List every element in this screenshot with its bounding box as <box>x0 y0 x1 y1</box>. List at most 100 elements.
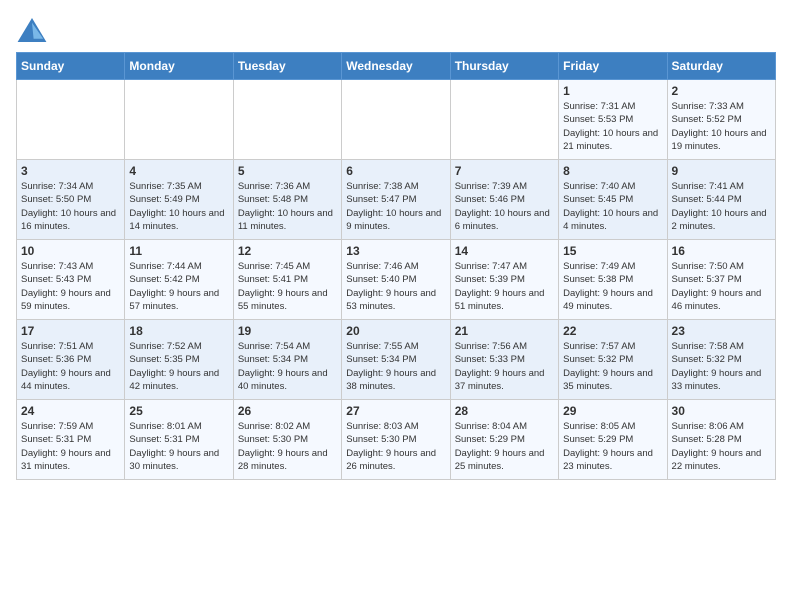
weekday-header: Friday <box>559 53 667 80</box>
day-info: Sunrise: 7:52 AM Sunset: 5:35 PM Dayligh… <box>129 340 228 393</box>
day-info: Sunrise: 7:46 AM Sunset: 5:40 PM Dayligh… <box>346 260 445 313</box>
logo <box>16 16 50 44</box>
calendar-cell: 23Sunrise: 7:58 AM Sunset: 5:32 PM Dayli… <box>667 320 775 400</box>
calendar-week-row: 17 Sunrise: 7:51 AM Sunset: 5:36 PM Dayli… <box>17 320 776 400</box>
day-info: Sunrise: 7:50 AM Sunset: 5:37 PM Dayligh… <box>672 260 771 313</box>
day-info: Sunrise: 8:04 AM Sunset: 5:29 PM Dayligh… <box>455 420 554 473</box>
day-info: Sunrise: 7:40 AM Sunset: 5:45 PM Dayligh… <box>563 180 662 233</box>
calendar-cell: 3 Sunrise: 7:34 AM Sunset: 5:50 PM Daylig… <box>17 160 125 240</box>
calendar-week-row: 1 Sunrise: 7:31 AM Sunset: 5:53 PM Daylig… <box>17 80 776 160</box>
calendar-cell: 27 Sunrise: 8:03 AM Sunset: 5:30 PM Dayli… <box>342 400 450 480</box>
calendar-cell <box>233 80 341 160</box>
day-number: 18 <box>129 324 228 338</box>
calendar-cell: 30Sunrise: 8:06 AM Sunset: 5:28 PM Dayli… <box>667 400 775 480</box>
day-info: Sunrise: 7:49 AM Sunset: 5:38 PM Dayligh… <box>563 260 662 313</box>
day-number: 16 <box>672 244 771 258</box>
day-info: Sunrise: 8:05 AM Sunset: 5:29 PM Dayligh… <box>563 420 662 473</box>
calendar-week-row: 10Sunrise: 7:43 AM Sunset: 5:43 PM Dayli… <box>17 240 776 320</box>
weekday-header: Saturday <box>667 53 775 80</box>
day-number: 3 <box>21 164 120 178</box>
day-info: Sunrise: 7:43 AM Sunset: 5:43 PM Dayligh… <box>21 260 120 313</box>
calendar-cell: 4 Sunrise: 7:35 AM Sunset: 5:49 PM Daylig… <box>125 160 233 240</box>
day-number: 9 <box>672 164 771 178</box>
calendar-cell: 22 Sunrise: 7:57 AM Sunset: 5:32 PM Dayli… <box>559 320 667 400</box>
day-number: 1 <box>563 84 662 98</box>
day-number: 4 <box>129 164 228 178</box>
day-number: 11 <box>129 244 228 258</box>
day-number: 6 <box>346 164 445 178</box>
day-number: 12 <box>238 244 337 258</box>
calendar-cell: 28 Sunrise: 8:04 AM Sunset: 5:29 PM Dayli… <box>450 400 558 480</box>
day-info: Sunrise: 7:55 AM Sunset: 5:34 PM Dayligh… <box>346 340 445 393</box>
day-number: 26 <box>238 404 337 418</box>
calendar-body: 1 Sunrise: 7:31 AM Sunset: 5:53 PM Daylig… <box>17 80 776 480</box>
day-number: 17 <box>21 324 120 338</box>
calendar-cell: 24 Sunrise: 7:59 AM Sunset: 5:31 PM Dayli… <box>17 400 125 480</box>
calendar-cell: 18 Sunrise: 7:52 AM Sunset: 5:35 PM Dayli… <box>125 320 233 400</box>
day-number: 28 <box>455 404 554 418</box>
calendar-cell: 9Sunrise: 7:41 AM Sunset: 5:44 PM Daylig… <box>667 160 775 240</box>
day-info: Sunrise: 8:06 AM Sunset: 5:28 PM Dayligh… <box>672 420 771 473</box>
day-number: 8 <box>563 164 662 178</box>
day-number: 2 <box>672 84 771 98</box>
calendar-cell: 19 Sunrise: 7:54 AM Sunset: 5:34 PM Dayli… <box>233 320 341 400</box>
day-number: 5 <box>238 164 337 178</box>
day-info: Sunrise: 7:45 AM Sunset: 5:41 PM Dayligh… <box>238 260 337 313</box>
day-info: Sunrise: 7:39 AM Sunset: 5:46 PM Dayligh… <box>455 180 554 233</box>
calendar-cell: 20 Sunrise: 7:55 AM Sunset: 5:34 PM Dayli… <box>342 320 450 400</box>
calendar-week-row: 24 Sunrise: 7:59 AM Sunset: 5:31 PM Dayli… <box>17 400 776 480</box>
day-info: Sunrise: 7:31 AM Sunset: 5:53 PM Dayligh… <box>563 100 662 153</box>
day-info: Sunrise: 7:56 AM Sunset: 5:33 PM Dayligh… <box>455 340 554 393</box>
weekday-header: Wednesday <box>342 53 450 80</box>
calendar-cell: 25Sunrise: 8:01 AM Sunset: 5:31 PM Dayli… <box>125 400 233 480</box>
day-info: Sunrise: 7:57 AM Sunset: 5:32 PM Dayligh… <box>563 340 662 393</box>
day-info: Sunrise: 7:59 AM Sunset: 5:31 PM Dayligh… <box>21 420 120 473</box>
calendar-cell: 21 Sunrise: 7:56 AM Sunset: 5:33 PM Dayli… <box>450 320 558 400</box>
calendar-cell: 10Sunrise: 7:43 AM Sunset: 5:43 PM Dayli… <box>17 240 125 320</box>
calendar-cell <box>125 80 233 160</box>
day-number: 19 <box>238 324 337 338</box>
calendar-header: SundayMondayTuesdayWednesdayThursdayFrid… <box>17 53 776 80</box>
calendar-cell: 11 Sunrise: 7:44 AM Sunset: 5:42 PM Dayli… <box>125 240 233 320</box>
day-number: 25 <box>129 404 228 418</box>
day-info: Sunrise: 8:02 AM Sunset: 5:30 PM Dayligh… <box>238 420 337 473</box>
day-info: Sunrise: 7:33 AM Sunset: 5:52 PM Dayligh… <box>672 100 771 153</box>
calendar-cell: 1 Sunrise: 7:31 AM Sunset: 5:53 PM Daylig… <box>559 80 667 160</box>
weekday-header: Sunday <box>17 53 125 80</box>
calendar-cell: 26 Sunrise: 8:02 AM Sunset: 5:30 PM Dayli… <box>233 400 341 480</box>
day-number: 27 <box>346 404 445 418</box>
calendar-cell: 14 Sunrise: 7:47 AM Sunset: 5:39 PM Dayli… <box>450 240 558 320</box>
calendar-week-row: 3 Sunrise: 7:34 AM Sunset: 5:50 PM Daylig… <box>17 160 776 240</box>
calendar-cell <box>342 80 450 160</box>
calendar-cell: 6Sunrise: 7:38 AM Sunset: 5:47 PM Daylig… <box>342 160 450 240</box>
calendar-table: SundayMondayTuesdayWednesdayThursdayFrid… <box>16 52 776 480</box>
calendar-cell: 13 Sunrise: 7:46 AM Sunset: 5:40 PM Dayli… <box>342 240 450 320</box>
day-info: Sunrise: 7:34 AM Sunset: 5:50 PM Dayligh… <box>21 180 120 233</box>
day-number: 20 <box>346 324 445 338</box>
calendar-cell <box>450 80 558 160</box>
calendar-cell: 7 Sunrise: 7:39 AM Sunset: 5:46 PM Daylig… <box>450 160 558 240</box>
weekday-row: SundayMondayTuesdayWednesdayThursdayFrid… <box>17 53 776 80</box>
day-number: 15 <box>563 244 662 258</box>
day-number: 22 <box>563 324 662 338</box>
weekday-header: Tuesday <box>233 53 341 80</box>
day-number: 14 <box>455 244 554 258</box>
logo-icon <box>16 16 48 44</box>
day-number: 7 <box>455 164 554 178</box>
day-info: Sunrise: 7:51 AM Sunset: 5:36 PM Dayligh… <box>21 340 120 393</box>
day-info: Sunrise: 7:44 AM Sunset: 5:42 PM Dayligh… <box>129 260 228 313</box>
calendar-cell: 2 Sunrise: 7:33 AM Sunset: 5:52 PM Daylig… <box>667 80 775 160</box>
day-number: 13 <box>346 244 445 258</box>
day-number: 21 <box>455 324 554 338</box>
day-number: 24 <box>21 404 120 418</box>
day-info: Sunrise: 8:03 AM Sunset: 5:30 PM Dayligh… <box>346 420 445 473</box>
day-info: Sunrise: 7:58 AM Sunset: 5:32 PM Dayligh… <box>672 340 771 393</box>
day-info: Sunrise: 7:35 AM Sunset: 5:49 PM Dayligh… <box>129 180 228 233</box>
calendar-cell: 29Sunrise: 8:05 AM Sunset: 5:29 PM Dayli… <box>559 400 667 480</box>
calendar-cell: 15 Sunrise: 7:49 AM Sunset: 5:38 PM Dayli… <box>559 240 667 320</box>
day-info: Sunrise: 7:54 AM Sunset: 5:34 PM Dayligh… <box>238 340 337 393</box>
weekday-header: Monday <box>125 53 233 80</box>
day-info: Sunrise: 7:47 AM Sunset: 5:39 PM Dayligh… <box>455 260 554 313</box>
calendar-cell: 12 Sunrise: 7:45 AM Sunset: 5:41 PM Dayli… <box>233 240 341 320</box>
page-header <box>16 16 776 44</box>
